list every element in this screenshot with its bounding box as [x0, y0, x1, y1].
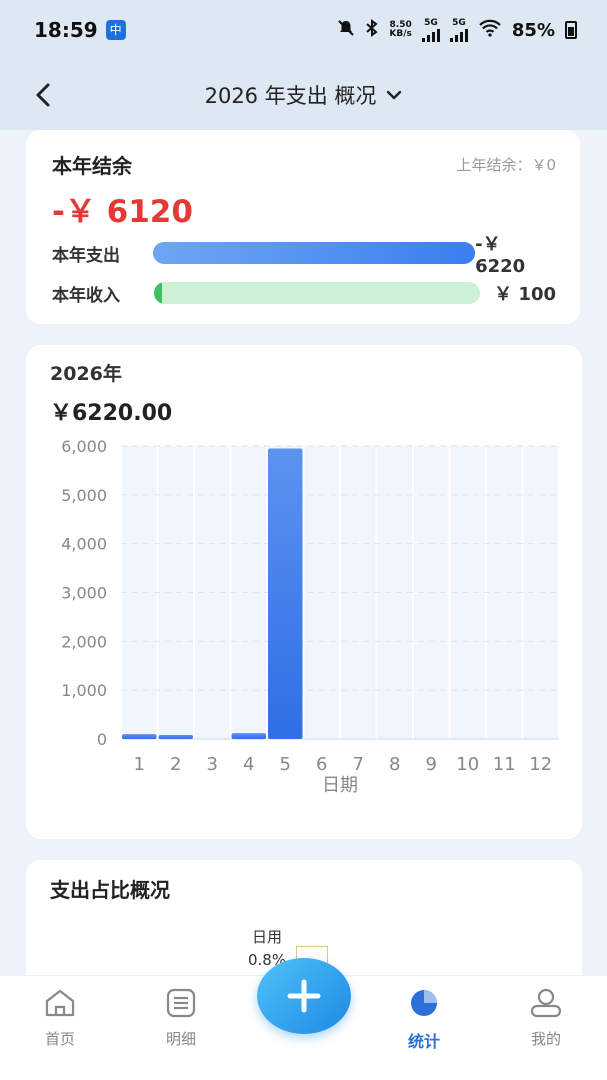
bar-month-5	[268, 448, 303, 739]
bar-month-2	[158, 735, 193, 739]
year-balance: -￥ 6120	[52, 194, 193, 230]
sim1-signal-icon: 5G	[421, 17, 440, 42]
status-bar: 18:59 中 8.50 KB/s 5G 5G 85%	[0, 0, 607, 60]
tab-mine[interactable]: 我的	[506, 988, 586, 1049]
status-time: 18:59	[34, 18, 98, 42]
expense-row: 本年支出 -￥ 6220	[52, 234, 556, 277]
y-tick-label: 4,000	[61, 535, 107, 554]
income-value: ￥ 100	[494, 284, 556, 305]
income-bar	[154, 282, 480, 304]
tab-home[interactable]: 首页	[20, 988, 100, 1049]
user-icon	[530, 988, 562, 1018]
expense-label: 本年支出	[52, 245, 120, 266]
tab-detail-label: 明细	[165, 1030, 196, 1048]
monthly-bar-chart: 01,0002,0003,0004,0005,0006,0001 2 3 4 5 6 7 8 9…	[61, 437, 559, 796]
income-row: 本年收入 ￥ 100	[52, 280, 556, 306]
y-tick-label: 3,000	[61, 584, 107, 603]
battery-icon	[565, 21, 577, 39]
net-speed-unit: KB/s	[389, 29, 412, 39]
y-tick-label: 6,000	[61, 437, 107, 456]
app-badge-icon: 中	[105, 20, 126, 40]
x-axis-label: 日期	[322, 775, 358, 796]
pie-chart-icon	[411, 990, 437, 1016]
year-selector[interactable]: 2026 年支出 概况	[205, 80, 403, 110]
x-tick-label: 3	[207, 754, 218, 775]
x-tick-label: 9	[426, 754, 437, 775]
x-tick-label: 5	[280, 754, 291, 775]
net-speed: 8.50 KB/s	[389, 21, 411, 39]
y-tick-label: 5,000	[61, 486, 107, 505]
plot-slot-bg	[487, 446, 522, 739]
x-tick-label: 1	[134, 754, 145, 775]
x-tick-label: 11	[493, 754, 516, 775]
sim2-label: 5G	[452, 17, 466, 28]
ratio-title: 支出占比概况	[50, 878, 170, 902]
battery-percent: 85%	[511, 19, 555, 41]
tab-detail[interactable]: 明细	[141, 988, 221, 1049]
plot-slot-bg	[122, 446, 157, 739]
summary-title: 本年结余	[52, 154, 132, 178]
y-tick-label: 2,000	[61, 632, 107, 651]
income-bar-fill	[154, 282, 162, 304]
x-tick-label: 8	[389, 754, 400, 775]
header: 2026 年支出 概况	[0, 60, 607, 130]
monthly-chart-card: 2026年 ￥6220.00 0 1,000 2,000 3,000 4,000 5,00…	[26, 345, 582, 839]
x-tick-label: 12	[529, 754, 552, 775]
back-button[interactable]	[26, 78, 60, 112]
tab-stats[interactable]: 统计	[384, 988, 464, 1052]
status-indicators: 8.50 KB/s 5G 5G 85%	[337, 17, 577, 42]
bluetooth-icon	[365, 18, 379, 42]
wifi-icon	[478, 19, 502, 42]
y-tick-label: 0	[97, 730, 107, 749]
bar-month-4	[231, 733, 266, 739]
bar-month-1	[122, 734, 157, 739]
tab-mine-label: 我的	[530, 1030, 561, 1048]
x-tick-label: 4	[243, 754, 254, 775]
income-label: 本年收入	[52, 285, 120, 306]
x-tick-label: 7	[353, 754, 364, 775]
list-icon	[166, 988, 196, 1018]
summary-card: 本年结余 上年结余：￥0 -￥ 6120 本年支出 -￥ 6220 本年收入 ￥…	[26, 130, 580, 324]
plot-slot-bg	[377, 446, 412, 739]
tab-home-label: 首页	[44, 1030, 75, 1048]
chevron-left-icon	[36, 83, 50, 107]
add-record-button[interactable]	[257, 958, 351, 1034]
x-tick-label: 6	[316, 754, 327, 775]
x-tick-label: 2	[170, 754, 181, 775]
mute-icon	[337, 19, 355, 42]
pie-label-name: 日用	[252, 928, 283, 946]
expense-bar	[152, 242, 476, 264]
chevron-down-icon	[387, 90, 402, 100]
expense-value: -￥ 6220	[475, 233, 526, 277]
last-year-balance: 上年结余：￥0	[456, 156, 556, 174]
sim2-signal-icon: 5G	[449, 17, 468, 42]
plus-icon	[287, 979, 321, 1013]
tab-stats-label: 统计	[407, 1032, 440, 1051]
page-title: 2026 年支出 概况	[204, 84, 377, 108]
y-tick-label: 1,000	[61, 681, 107, 700]
home-icon	[45, 989, 75, 1017]
x-tick-label: 10	[456, 754, 479, 775]
sim1-label: 5G	[424, 17, 438, 28]
